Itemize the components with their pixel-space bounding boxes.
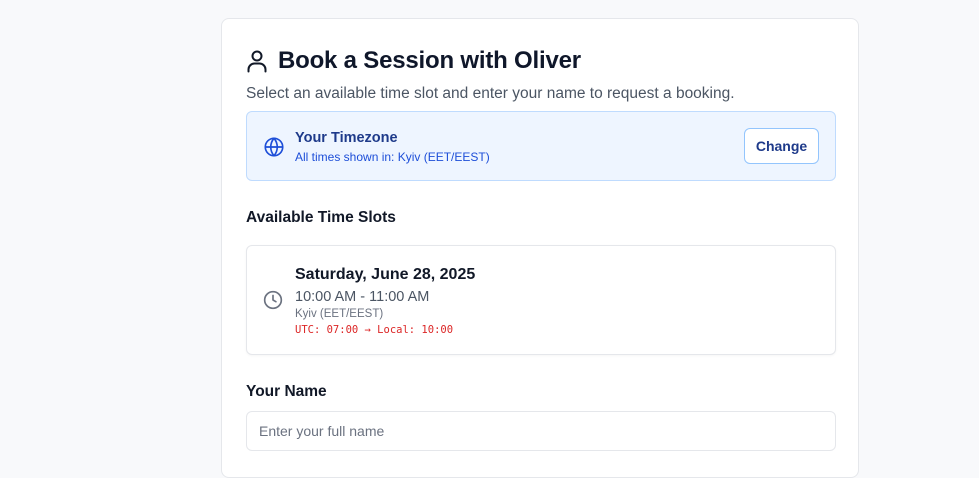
title-row: Book a Session with Oliver — [246, 47, 581, 75]
name-label: Your Name — [246, 383, 327, 400]
globe-icon — [263, 136, 285, 158]
user-icon — [246, 49, 268, 73]
timezone-title: Your Timezone — [295, 130, 398, 146]
clock-icon — [263, 290, 283, 310]
timezone-panel: Your Timezone All times shown in: Kyiv (… — [246, 111, 836, 181]
page-subtitle: Select an available time slot and enter … — [246, 85, 735, 102]
slot-timezone: Kyiv (EET/EEST) — [295, 308, 384, 320]
booking-card: Book a Session with Oliver Select an ava… — [221, 18, 859, 478]
slot-date: Saturday, June 28, 2025 — [295, 266, 476, 283]
slot-time: 10:00 AM - 11:00 AM — [295, 289, 430, 305]
change-timezone-button[interactable]: Change — [744, 128, 819, 164]
name-input[interactable] — [246, 411, 836, 451]
page-title: Book a Session with Oliver — [278, 47, 581, 74]
time-slots-heading: Available Time Slots — [246, 209, 396, 226]
time-slot-card[interactable]: Saturday, June 28, 2025 10:00 AM - 11:00… — [246, 245, 836, 355]
timezone-description: All times shown in: Kyiv (EET/EEST) — [295, 150, 490, 164]
slot-utc-debug: UTC: 07:00 → Local: 10:00 — [295, 324, 454, 336]
